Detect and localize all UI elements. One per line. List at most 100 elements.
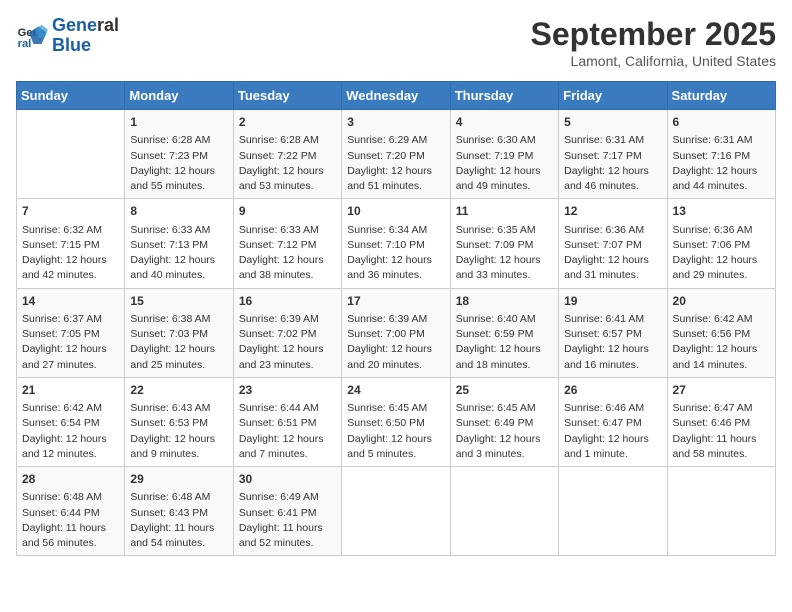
day-number: 18 bbox=[456, 293, 553, 310]
day-header-sunday: Sunday bbox=[17, 82, 125, 110]
calendar-cell: 6Sunrise: 6:31 AM Sunset: 7:16 PM Daylig… bbox=[667, 110, 775, 199]
day-header-tuesday: Tuesday bbox=[233, 82, 341, 110]
calendar-week-5: 28 Sunrise: 6:48 AM Sunset: 6:44 PM Dayli… bbox=[17, 467, 776, 556]
calendar-cell: 18Sunrise: 6:40 AM Sunset: 6:59 PM Dayli… bbox=[450, 288, 558, 377]
day-number: 20 bbox=[673, 293, 770, 310]
calendar-cell: 26 Sunrise: 6:46 AM Sunset: 6:47 PM Dayli… bbox=[559, 377, 667, 466]
calendar-cell bbox=[667, 467, 775, 556]
title-block: September 2025 Lamont, California, Unite… bbox=[531, 16, 776, 69]
calendar-cell: 9 Sunrise: 6:33 AM Sunset: 7:12 PM Daylig… bbox=[233, 199, 341, 288]
calendar-week-2: 7Sunrise: 6:32 AM Sunset: 7:15 PM Daylig… bbox=[17, 199, 776, 288]
calendar-cell: 12 Sunrise: 6:36 AM Sunset: 7:07 PM Dayli… bbox=[559, 199, 667, 288]
calendar-cell: 8 Sunrise: 6:33 AM Sunset: 7:13 PM Daylig… bbox=[125, 199, 233, 288]
calendar-cell bbox=[342, 467, 450, 556]
calendar-cell: 16 Sunrise: 6:39 AM Sunset: 7:02 PM Dayli… bbox=[233, 288, 341, 377]
calendar-cell: 30 Sunrise: 6:49 AM Sunset: 6:41 PM Dayli… bbox=[233, 467, 341, 556]
day-info: Sunrise: 6:48 AM Sunset: 6:44 PM Dayligh… bbox=[22, 490, 119, 551]
calendar-cell: 17 Sunrise: 6:39 AM Sunset: 7:00 PM Dayli… bbox=[342, 288, 450, 377]
day-info: Sunrise: 6:46 AM Sunset: 6:47 PM Dayligh… bbox=[564, 401, 661, 462]
day-number: 16 bbox=[239, 293, 336, 310]
main-title: September 2025 bbox=[531, 16, 776, 53]
calendar-week-1: 1 Sunrise: 6:28 AM Sunset: 7:23 PM Daylig… bbox=[17, 110, 776, 199]
logo-text: GeneralBlue bbox=[52, 16, 119, 56]
calendar-header-row: SundayMondayTuesdayWednesdayThursdayFrid… bbox=[17, 82, 776, 110]
day-info: Sunrise: 6:36 AM Sunset: 7:06 PM Dayligh… bbox=[673, 223, 770, 284]
day-number: 25 bbox=[456, 382, 553, 399]
day-number: 14 bbox=[22, 293, 119, 310]
day-info: Sunrise: 6:48 AM Sunset: 6:43 PM Dayligh… bbox=[130, 490, 227, 551]
subtitle: Lamont, California, United States bbox=[531, 53, 776, 69]
day-header-saturday: Saturday bbox=[667, 82, 775, 110]
day-info: Sunrise: 6:44 AM Sunset: 6:51 PM Dayligh… bbox=[239, 401, 336, 462]
day-info: Sunrise: 6:37 AM Sunset: 7:05 PM Dayligh… bbox=[22, 312, 119, 373]
day-info: Sunrise: 6:45 AM Sunset: 6:50 PM Dayligh… bbox=[347, 401, 444, 462]
calendar-cell: 5 Sunrise: 6:31 AM Sunset: 7:17 PM Daylig… bbox=[559, 110, 667, 199]
day-number: 30 bbox=[239, 471, 336, 488]
day-number: 21 bbox=[22, 382, 119, 399]
calendar-cell: 29 Sunrise: 6:48 AM Sunset: 6:43 PM Dayli… bbox=[125, 467, 233, 556]
calendar-cell: 4Sunrise: 6:30 AM Sunset: 7:19 PM Daylig… bbox=[450, 110, 558, 199]
calendar-table: SundayMondayTuesdayWednesdayThursdayFrid… bbox=[16, 81, 776, 556]
day-info: Sunrise: 6:49 AM Sunset: 6:41 PM Dayligh… bbox=[239, 490, 336, 551]
day-info: Sunrise: 6:41 AM Sunset: 6:57 PM Dayligh… bbox=[564, 312, 661, 373]
day-info: Sunrise: 6:28 AM Sunset: 7:23 PM Dayligh… bbox=[130, 133, 227, 194]
day-info: Sunrise: 6:42 AM Sunset: 6:54 PM Dayligh… bbox=[22, 401, 119, 462]
calendar-cell bbox=[450, 467, 558, 556]
day-number: 8 bbox=[130, 203, 227, 220]
day-info: Sunrise: 6:35 AM Sunset: 7:09 PM Dayligh… bbox=[456, 223, 553, 284]
day-info: Sunrise: 6:29 AM Sunset: 7:20 PM Dayligh… bbox=[347, 133, 444, 194]
calendar-cell: 7Sunrise: 6:32 AM Sunset: 7:15 PM Daylig… bbox=[17, 199, 125, 288]
day-info: Sunrise: 6:43 AM Sunset: 6:53 PM Dayligh… bbox=[130, 401, 227, 462]
day-number: 27 bbox=[673, 382, 770, 399]
day-number: 23 bbox=[239, 382, 336, 399]
calendar-cell: 19Sunrise: 6:41 AM Sunset: 6:57 PM Dayli… bbox=[559, 288, 667, 377]
day-number: 24 bbox=[347, 382, 444, 399]
day-number: 2 bbox=[239, 114, 336, 131]
calendar-cell: 2Sunrise: 6:28 AM Sunset: 7:22 PM Daylig… bbox=[233, 110, 341, 199]
day-number: 12 bbox=[564, 203, 661, 220]
day-number: 17 bbox=[347, 293, 444, 310]
calendar-cell: 14 Sunrise: 6:37 AM Sunset: 7:05 PM Dayli… bbox=[17, 288, 125, 377]
day-info: Sunrise: 6:31 AM Sunset: 7:16 PM Dayligh… bbox=[673, 133, 770, 194]
day-number: 26 bbox=[564, 382, 661, 399]
day-number: 10 bbox=[347, 203, 444, 220]
page-header: Gene ral GeneralBlue September 2025 Lamo… bbox=[16, 16, 776, 69]
calendar-cell: 24 Sunrise: 6:45 AM Sunset: 6:50 PM Dayli… bbox=[342, 377, 450, 466]
day-info: Sunrise: 6:39 AM Sunset: 7:02 PM Dayligh… bbox=[239, 312, 336, 373]
day-number: 29 bbox=[130, 471, 227, 488]
day-header-thursday: Thursday bbox=[450, 82, 558, 110]
day-number: 28 bbox=[22, 471, 119, 488]
calendar-cell: 22 Sunrise: 6:43 AM Sunset: 6:53 PM Dayli… bbox=[125, 377, 233, 466]
day-info: Sunrise: 6:45 AM Sunset: 6:49 PM Dayligh… bbox=[456, 401, 553, 462]
day-info: Sunrise: 6:31 AM Sunset: 7:17 PM Dayligh… bbox=[564, 133, 661, 194]
calendar-cell: 1 Sunrise: 6:28 AM Sunset: 7:23 PM Daylig… bbox=[125, 110, 233, 199]
calendar-cell: 13 Sunrise: 6:36 AM Sunset: 7:06 PM Dayli… bbox=[667, 199, 775, 288]
calendar-cell: 10 Sunrise: 6:34 AM Sunset: 7:10 PM Dayli… bbox=[342, 199, 450, 288]
day-info: Sunrise: 6:42 AM Sunset: 6:56 PM Dayligh… bbox=[673, 312, 770, 373]
calendar-week-3: 14 Sunrise: 6:37 AM Sunset: 7:05 PM Dayli… bbox=[17, 288, 776, 377]
calendar-cell: 3Sunrise: 6:29 AM Sunset: 7:20 PM Daylig… bbox=[342, 110, 450, 199]
day-number: 5 bbox=[564, 114, 661, 131]
day-info: Sunrise: 6:32 AM Sunset: 7:15 PM Dayligh… bbox=[22, 223, 119, 284]
day-info: Sunrise: 6:36 AM Sunset: 7:07 PM Dayligh… bbox=[564, 223, 661, 284]
day-number: 13 bbox=[673, 203, 770, 220]
logo-icon: Gene ral bbox=[16, 20, 48, 52]
svg-text:ral: ral bbox=[18, 38, 32, 50]
day-header-wednesday: Wednesday bbox=[342, 82, 450, 110]
day-info: Sunrise: 6:34 AM Sunset: 7:10 PM Dayligh… bbox=[347, 223, 444, 284]
day-number: 15 bbox=[130, 293, 227, 310]
day-number: 22 bbox=[130, 382, 227, 399]
day-info: Sunrise: 6:39 AM Sunset: 7:00 PM Dayligh… bbox=[347, 312, 444, 373]
calendar-cell: 27Sunrise: 6:47 AM Sunset: 6:46 PM Dayli… bbox=[667, 377, 775, 466]
day-header-friday: Friday bbox=[559, 82, 667, 110]
day-header-monday: Monday bbox=[125, 82, 233, 110]
day-info: Sunrise: 6:33 AM Sunset: 7:12 PM Dayligh… bbox=[239, 223, 336, 284]
day-number: 11 bbox=[456, 203, 553, 220]
day-number: 9 bbox=[239, 203, 336, 220]
day-number: 4 bbox=[456, 114, 553, 131]
day-info: Sunrise: 6:33 AM Sunset: 7:13 PM Dayligh… bbox=[130, 223, 227, 284]
day-number: 1 bbox=[130, 114, 227, 131]
day-info: Sunrise: 6:38 AM Sunset: 7:03 PM Dayligh… bbox=[130, 312, 227, 373]
calendar-cell bbox=[17, 110, 125, 199]
calendar-cell: 20 Sunrise: 6:42 AM Sunset: 6:56 PM Dayli… bbox=[667, 288, 775, 377]
